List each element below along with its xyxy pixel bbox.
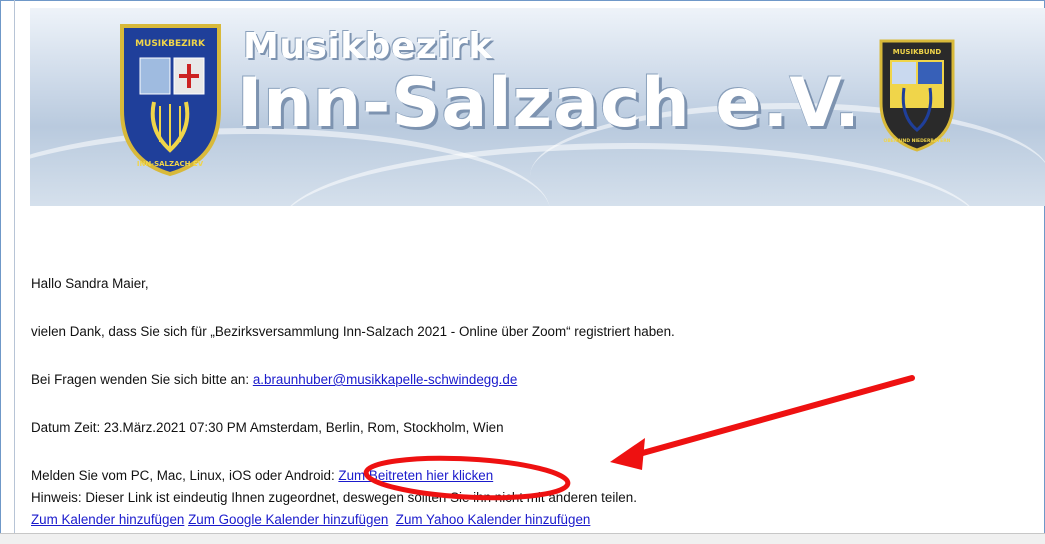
datetime-text: Datum Zeit: 23.März.2021 07:30 PM Amster… [31, 420, 504, 435]
contact-email-link[interactable]: a.braunhuber@musikkapelle-schwindegg.de [253, 372, 517, 387]
greeting-text: Hallo Sandra Maier, [31, 276, 149, 291]
musikbezirk-logo: MUSIKBEZIRK INN-SALZACH EV [120, 24, 221, 177]
join-prefix: Melden Sie vom PC, Mac, Linux, iOS oder … [31, 468, 339, 483]
questions-line: Bei Fragen wenden Sie sich bitte an: a.b… [31, 372, 517, 387]
calendar-links: Zum Kalender hinzufügen Zum Google Kalen… [31, 512, 590, 527]
left-logo-top-text: MUSIKBEZIRK [135, 39, 206, 49]
thanks-text: vielen Dank, dass Sie sich für „Bezirksv… [31, 324, 675, 339]
header-banner: MUSIKBEZIRK INN-SALZACH EV Musikbezirk I… [30, 8, 1045, 206]
add-yahoo-calendar-link[interactable]: Zum Yahoo Kalender hinzufügen [396, 512, 591, 527]
join-line: Melden Sie vom PC, Mac, Linux, iOS oder … [31, 468, 493, 483]
left-logo-bottom-text: INN-SALZACH EV [137, 160, 204, 168]
status-bar [0, 533, 1045, 544]
hint-text: Hinweis: Dieser Link ist eindeutig Ihnen… [31, 490, 637, 505]
questions-prefix: Bei Fragen wenden Sie sich bitte an: [31, 372, 253, 387]
add-google-calendar-link[interactable]: Zum Google Kalender hinzufügen [188, 512, 388, 527]
left-divider [14, 0, 15, 543]
right-logo-bottom-text: OBER UND NIEDERBAYERN [884, 138, 951, 144]
right-logo-top-text: MUSIKBUND [893, 48, 942, 56]
join-meeting-link[interactable]: Zum Beitreten hier klicken [338, 468, 493, 483]
add-calendar-link[interactable]: Zum Kalender hinzufügen [31, 512, 184, 527]
banner-title-line2: Inn-Salzach e.V. [237, 64, 862, 143]
banner-title-line1: Musikbezirk [243, 26, 493, 67]
musikbund-logo: MUSIKBUND OBER UND NIEDERBAYERN [879, 39, 955, 152]
